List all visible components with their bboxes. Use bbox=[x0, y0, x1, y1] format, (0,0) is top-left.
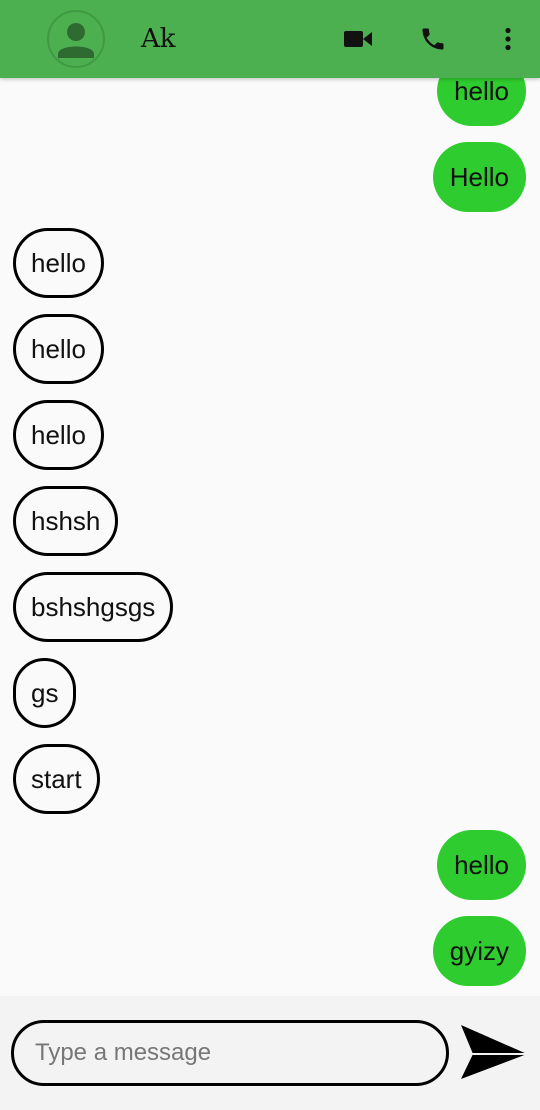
incoming-message: hello bbox=[13, 228, 104, 298]
more-vertical-icon bbox=[505, 27, 511, 51]
incoming-message: bshshgsgs bbox=[13, 572, 174, 642]
incoming-message: hello bbox=[13, 314, 104, 384]
incoming-message: gs bbox=[13, 658, 77, 728]
message-input[interactable] bbox=[11, 1020, 449, 1086]
outgoing-message: gyizy bbox=[432, 916, 526, 986]
contact-name[interactable]: Ak bbox=[141, 22, 176, 56]
message-list[interactable]: hello Hello hello hello hello hshsh bshs… bbox=[0, 0, 540, 996]
incoming-message: hshsh bbox=[13, 486, 119, 556]
more-options-button[interactable] bbox=[491, 22, 525, 56]
outgoing-message: Hello bbox=[432, 142, 526, 212]
send-button[interactable] bbox=[458, 1020, 530, 1082]
person-icon bbox=[58, 23, 94, 58]
incoming-message: hello bbox=[13, 400, 104, 470]
video-call-button[interactable] bbox=[341, 22, 375, 56]
incoming-message: start bbox=[13, 744, 100, 814]
voice-call-button[interactable] bbox=[416, 22, 450, 56]
video-camera-icon bbox=[344, 31, 372, 47]
composer bbox=[0, 996, 540, 1110]
phone-icon bbox=[422, 28, 444, 50]
send-icon bbox=[461, 1025, 527, 1079]
app-bar: Ak bbox=[0, 0, 540, 78]
avatar[interactable] bbox=[47, 10, 105, 68]
outgoing-message: hello bbox=[437, 830, 526, 900]
